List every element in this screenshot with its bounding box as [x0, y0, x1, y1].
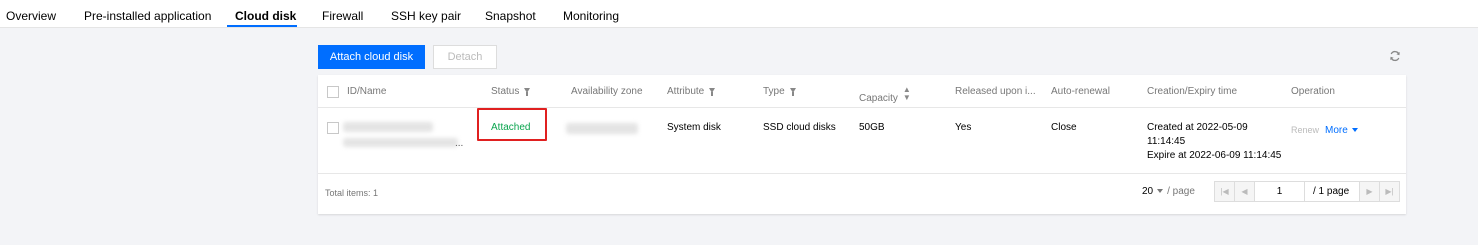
cell-expire-time: Expire at 2022-06-09 11:14:45 [1147, 150, 1282, 161]
active-tab-indicator [227, 25, 297, 27]
col-type-label: Type [763, 86, 785, 97]
page-size-unit: / page [1167, 186, 1195, 197]
tab-overview[interactable]: Overview [6, 9, 56, 23]
filter-icon[interactable] [789, 88, 796, 96]
filter-icon[interactable] [709, 88, 716, 96]
table-header: ID/Name Status Availability zone Attribu… [318, 75, 1406, 108]
col-attribute[interactable]: Attribute [667, 86, 716, 97]
tab-bar: Overview Pre-installed application Cloud… [0, 0, 1478, 28]
next-page-icon[interactable]: ▶ [1359, 182, 1379, 201]
pagination: |◀ ◀ 1 / 1 page ▶ ▶| [1214, 181, 1400, 202]
detach-button[interactable]: Detach [433, 45, 497, 69]
attach-cloud-disk-button[interactable]: Attach cloud disk [318, 45, 425, 69]
cell-created-time: 11:14:45 [1147, 136, 1186, 147]
col-status[interactable]: Status [491, 86, 531, 97]
col-attribute-label: Attribute [667, 86, 705, 97]
col-availability-zone: Availability zone [571, 86, 643, 97]
col-id-name: ID/Name [347, 86, 387, 97]
row-checkbox[interactable] [327, 122, 339, 134]
col-status-label: Status [491, 86, 520, 97]
redacted-id [343, 122, 433, 132]
cell-auto-renewal: Close [1051, 122, 1077, 133]
chevron-down-icon [1157, 189, 1164, 193]
cell-released: Yes [955, 122, 972, 133]
page-total: / 1 page [1313, 186, 1350, 197]
col-type[interactable]: Type [763, 86, 796, 97]
total-items: Total items: 1 [325, 188, 379, 198]
tab-snapshot[interactable]: Snapshot [485, 9, 536, 23]
tab-cloud-disk[interactable]: Cloud disk [235, 9, 296, 23]
col-capacity-label: Capacity [859, 93, 898, 104]
page-size-select[interactable]: 20 / page [1142, 186, 1195, 197]
filter-icon[interactable] [524, 88, 531, 96]
status-badge: Attached [491, 122, 531, 133]
refresh-icon[interactable] [1389, 50, 1401, 62]
select-all-checkbox[interactable] [327, 86, 339, 98]
col-operation: Operation [1291, 86, 1335, 97]
tab-pre-installed-application[interactable]: Pre-installed application [84, 9, 211, 23]
cell-created-date: Created at 2022-05-09 [1147, 122, 1248, 133]
cloud-disk-table: ID/Name Status Availability zone Attribu… [318, 75, 1406, 214]
more-label: More [1325, 125, 1348, 136]
more-menu[interactable]: More [1325, 125, 1358, 136]
prev-page-icon[interactable]: ◀ [1235, 182, 1255, 201]
col-released-upon: Released upon i... [955, 86, 1036, 97]
renew-link[interactable]: Renew [1291, 125, 1319, 135]
page-number-input[interactable]: 1 [1255, 182, 1305, 201]
last-page-icon[interactable]: ▶| [1379, 182, 1399, 201]
redacted-name [343, 138, 458, 147]
col-capacity[interactable]: Capacity ▲ ▼ [859, 86, 911, 105]
col-auto-renewal: Auto-renewal [1051, 86, 1110, 97]
first-page-icon[interactable]: |◀ [1215, 182, 1235, 201]
redacted-zone [566, 123, 638, 134]
chevron-down-icon [1351, 128, 1358, 132]
name-ellipsis: ... [455, 138, 464, 149]
cell-attribute: System disk [667, 122, 721, 133]
col-creation-expiry: Creation/Expiry time [1147, 86, 1238, 97]
tab-ssh-key-pair[interactable]: SSH key pair [391, 9, 461, 23]
sort-icon[interactable]: ▲ ▼ [903, 86, 911, 102]
cell-capacity: 50GB [859, 122, 885, 133]
cell-type: SSD cloud disks [763, 122, 836, 133]
tab-firewall[interactable]: Firewall [322, 9, 363, 23]
page-size-value: 20 [1142, 186, 1154, 197]
tab-monitoring[interactable]: Monitoring [563, 9, 619, 23]
